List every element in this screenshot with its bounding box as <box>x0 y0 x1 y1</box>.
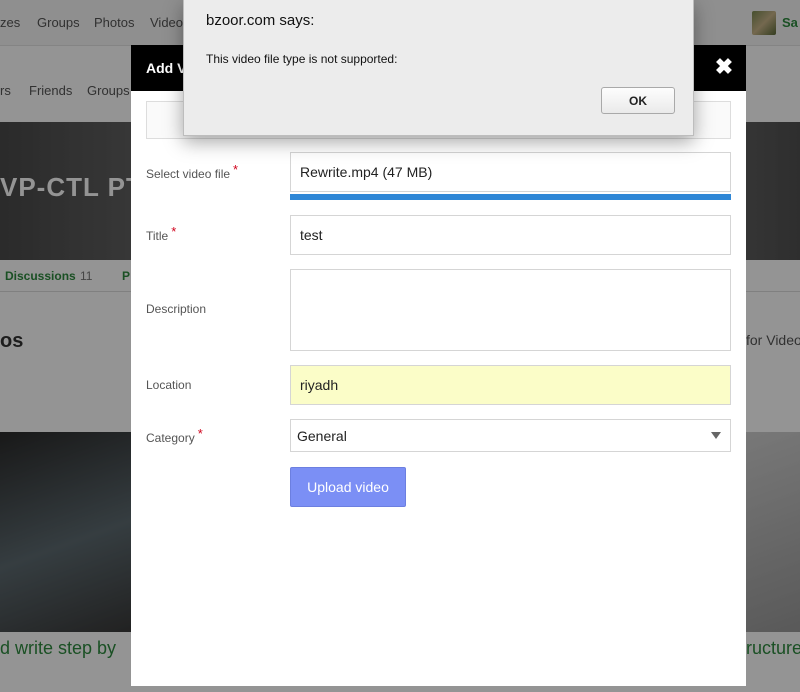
required-mark: * <box>171 224 177 239</box>
category-value: General <box>297 427 347 444</box>
location-value: riyadh <box>300 377 339 393</box>
close-icon[interactable]: ✖ <box>712 55 736 79</box>
alert-message: This video file type is not supported: <box>206 52 398 66</box>
description-textarea[interactable] <box>290 269 731 351</box>
title-value: test <box>300 227 323 243</box>
alert-ok-button[interactable]: OK <box>601 87 675 114</box>
description-label: Description <box>146 302 207 316</box>
alert-title: bzoor.com says: <box>206 12 315 29</box>
modal-title: Add V <box>146 60 187 76</box>
category-select[interactable]: General <box>290 419 731 452</box>
category-label: Category * <box>146 426 203 445</box>
required-mark: * <box>197 426 203 441</box>
title-input[interactable]: test <box>290 215 731 255</box>
file-name-value: Rewrite.mp4 (47 MB) <box>300 164 433 180</box>
browser-alert-dialog: bzoor.com says: This video file type is … <box>183 0 694 136</box>
file-label: Select video file * <box>146 162 239 181</box>
title-label: Title * <box>146 224 177 243</box>
upload-progress-fill <box>290 194 731 200</box>
chevron-down-icon <box>711 432 721 439</box>
required-mark: * <box>233 162 239 177</box>
add-video-modal: Add V ✖ Select video file * Rewrite.mp4 (… <box>131 45 746 686</box>
location-input[interactable]: riyadh <box>290 365 731 405</box>
video-file-input[interactable]: Rewrite.mp4 (47 MB) <box>290 152 731 192</box>
upload-video-button[interactable]: Upload video <box>290 467 406 507</box>
upload-progress-bar <box>290 194 731 200</box>
location-label: Location <box>146 378 192 392</box>
